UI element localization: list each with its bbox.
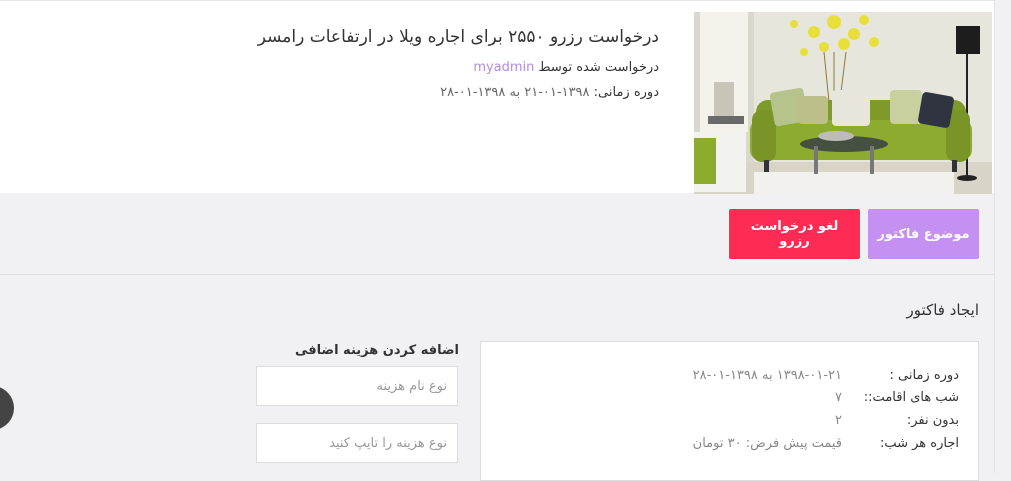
cost-name-input[interactable]	[256, 366, 458, 406]
detail-row-nights: شب های اقامت:: ۷	[479, 390, 978, 410]
detail-label: دوره زمانی :	[889, 368, 959, 383]
period-value: ۱۳۹۸-۰۱-۲۱ به ۱۳۹۸-۰۱-۲۸	[440, 85, 590, 100]
detail-row-nightly-rate: اجاره هر شب: قیمت پیش فرض: ۳۰ تومان	[479, 436, 978, 456]
detail-label: اجاره هر شب:	[879, 436, 959, 451]
period-label: دوره زمانی:	[593, 85, 659, 100]
panel-border	[994, 193, 995, 473]
invoice-subject-button[interactable]: موضوع فاکتور	[868, 209, 979, 259]
floating-action-handle[interactable]	[0, 386, 14, 430]
detail-value: قیمت پیش فرض: ۳۰ تومان	[692, 436, 842, 451]
detail-value: ۲	[835, 413, 842, 428]
section-divider	[0, 274, 995, 275]
detail-label: شب های اقامت::	[863, 390, 959, 405]
detail-row-guests: بدون نفر: ۲	[479, 413, 978, 433]
request-title: درخواست رزرو ۲۵۵۰ برای اجاره ویلا در ارت…	[257, 27, 659, 47]
invoice-details-box: دوره زمانی : ۱۳۹۸-۰۱-۲۱ به ۱۳۹۸-۰۱-۲۸ شب…	[480, 341, 979, 481]
detail-label: بدون نفر:	[906, 413, 959, 428]
detail-row-period: دوره زمانی : ۱۳۹۸-۰۱-۲۱ به ۱۳۹۸-۰۱-۲۸	[479, 368, 978, 388]
detail-value: ۷	[835, 390, 842, 405]
detail-value: ۱۳۹۸-۰۱-۲۱ به ۱۳۹۸-۰۱-۲۸	[692, 368, 842, 383]
requested-by: درخواست شده توسط myadmin	[473, 60, 659, 75]
villa-photo	[694, 12, 992, 194]
create-invoice-heading: ایجاد فاکتور	[906, 301, 979, 319]
extra-cost-heading: اضافه کردن هزینه اضافی	[294, 343, 459, 358]
requester-username-link[interactable]: myadmin	[473, 60, 534, 75]
request-period: دوره زمانی: ۱۳۹۸-۰۱-۲۱ به ۱۳۹۸-۰۱-۲۸	[440, 85, 659, 100]
request-summary-panel: درخواست رزرو ۲۵۵۰ برای اجاره ویلا در ارت…	[0, 0, 995, 194]
requested-by-label: درخواست شده توسط	[538, 60, 659, 75]
cancel-reservation-button[interactable]: لغو درخواست رزرو	[729, 209, 860, 259]
cost-type-input[interactable]	[256, 423, 458, 463]
